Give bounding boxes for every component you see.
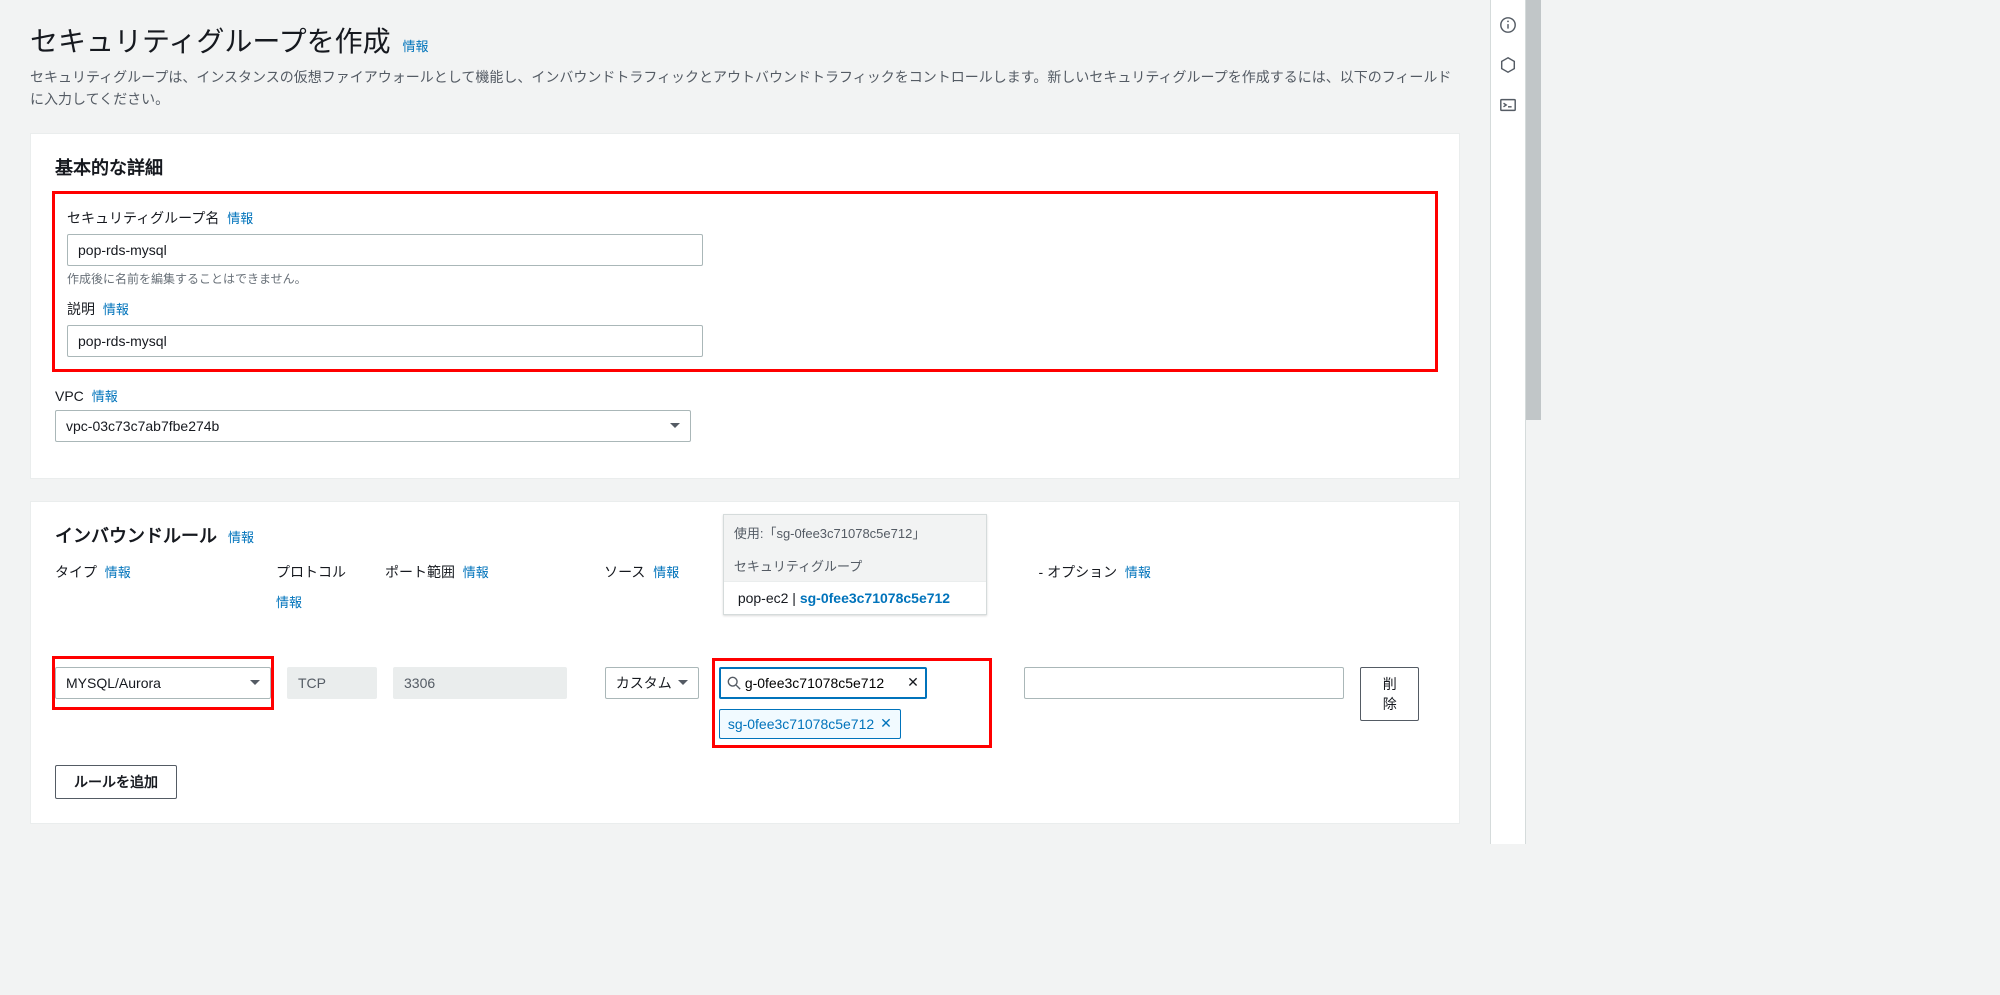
highlight-box-basic: セキュリティグループ名 情報 作成後に名前を編集することはできません。 説明 情… <box>52 191 1438 372</box>
source-dropdown: 使用:「sg-0fee3c71078c5e712」 セキュリティグループ pop… <box>723 514 987 615</box>
chevron-down-icon <box>670 423 680 428</box>
rule-source-search[interactable]: ✕ <box>719 667 927 699</box>
sg-name-hint: 作成後に名前を編集することはできません。 <box>67 270 1423 287</box>
source-dropdown-inuse: 使用:「sg-0fee3c71078c5e712」 <box>724 515 986 550</box>
inbound-rules-panel: インバウンドルール 情報 タイプ 情報 プロトコル 情報 ポート範囲 情報 ソー… <box>30 501 1460 824</box>
col-desc-label: - オプション <box>1039 562 1118 582</box>
sg-desc-field: 説明 情報 <box>67 299 1423 357</box>
col-port-label: ポート範囲 <box>385 562 455 582</box>
page-header: セキュリティグループを作成 情報 セキュリティグループは、インスタンスの仮想ファ… <box>30 20 1460 111</box>
col-source-info-link[interactable]: 情報 <box>653 562 679 581</box>
sg-name-label: セキュリティグループ名 <box>67 208 219 228</box>
source-dropdown-heading: セキュリティグループ <box>724 550 986 581</box>
scrollbar-thumb[interactable] <box>1526 0 1541 420</box>
rules-header: タイプ 情報 プロトコル 情報 ポート範囲 情報 ソース 情報 使用:「sg-0… <box>55 562 1435 611</box>
rule-source-tag-text: sg-0fee3c71078c5e712 <box>728 716 874 732</box>
sg-desc-label: 説明 <box>67 299 95 319</box>
col-desc-info-link[interactable]: 情報 <box>1125 562 1151 581</box>
vpc-field: VPC 情報 vpc-03c73c7ab7fbe274b <box>55 386 1435 442</box>
col-protocol-label: プロトコル <box>276 562 346 582</box>
chevron-down-icon <box>250 680 260 685</box>
source-dropdown-item-name: pop-ec2 <box>738 590 789 606</box>
sg-desc-info-link[interactable]: 情報 <box>103 302 129 317</box>
close-icon[interactable]: ✕ <box>907 674 919 691</box>
sg-name-input[interactable] <box>67 234 703 266</box>
rule-description-input[interactable] <box>1024 667 1344 699</box>
basic-details-panel: 基本的な詳細 セキュリティグループ名 情報 作成後に名前を編集することはできませ… <box>30 133 1460 479</box>
sg-desc-input[interactable] <box>67 325 703 357</box>
vpc-select[interactable]: vpc-03c73c7ab7fbe274b <box>55 410 691 442</box>
add-rule-button[interactable]: ルールを追加 <box>55 765 177 799</box>
search-icon <box>727 676 741 690</box>
inbound-rules-info-link[interactable]: 情報 <box>228 530 254 545</box>
chevron-down-icon <box>678 680 688 685</box>
inbound-rules-title-text: インバウンドルール <box>55 526 217 546</box>
vpc-info-link[interactable]: 情報 <box>92 389 118 404</box>
source-dropdown-item[interactable]: pop-ec2 | sg-0fee3c71078c5e712 <box>724 581 986 614</box>
rule-source-mode-select[interactable]: カスタム <box>605 667 699 699</box>
rule-type-select[interactable]: MYSQL/Aurora <box>55 667 271 699</box>
col-type-label: タイプ <box>55 562 97 582</box>
sg-name-field: セキュリティグループ名 情報 作成後に名前を編集することはできません。 <box>67 208 1423 287</box>
page-title-info-link[interactable]: 情報 <box>403 39 429 54</box>
vertical-scrollbar[interactable] <box>1525 0 1541 844</box>
sg-name-info-link[interactable]: 情報 <box>227 211 253 226</box>
rule-source-mode-value: カスタム <box>616 673 672 693</box>
vpc-label: VPC <box>55 388 84 404</box>
page-title: セキュリティグループを作成 <box>30 20 391 60</box>
info-icon[interactable] <box>1499 16 1517 34</box>
rule-source-tag[interactable]: sg-0fee3c71078c5e712 ✕ <box>719 709 901 739</box>
basic-details-title: 基本的な詳細 <box>55 154 1435 180</box>
page-subtitle: セキュリティグループは、インスタンスの仮想ファイアウォールとして機能し、インバウ… <box>30 66 1460 111</box>
rule-row: MYSQL/Aurora TCP 3306 カスタム <box>55 667 1435 739</box>
rule-source-search-input[interactable] <box>745 675 903 691</box>
rule-protocol: TCP <box>287 667 377 699</box>
hexagon-icon[interactable] <box>1499 56 1517 74</box>
col-type-info-link[interactable]: 情報 <box>105 562 131 581</box>
close-icon[interactable]: ✕ <box>880 715 892 732</box>
source-dropdown-item-id: sg-0fee3c71078c5e712 <box>800 590 950 606</box>
rule-port: 3306 <box>393 667 567 699</box>
col-source-label: ソース <box>604 562 645 582</box>
cloudshell-icon[interactable] <box>1499 96 1517 114</box>
vpc-value: vpc-03c73c7ab7fbe274b <box>66 418 219 434</box>
rule-type-value: MYSQL/Aurora <box>66 675 161 691</box>
col-port-info-link[interactable]: 情報 <box>463 562 489 581</box>
col-protocol-info-link[interactable]: 情報 <box>276 592 302 611</box>
delete-rule-button[interactable]: 削除 <box>1360 667 1419 721</box>
right-panel-toolbar <box>1490 0 1525 844</box>
